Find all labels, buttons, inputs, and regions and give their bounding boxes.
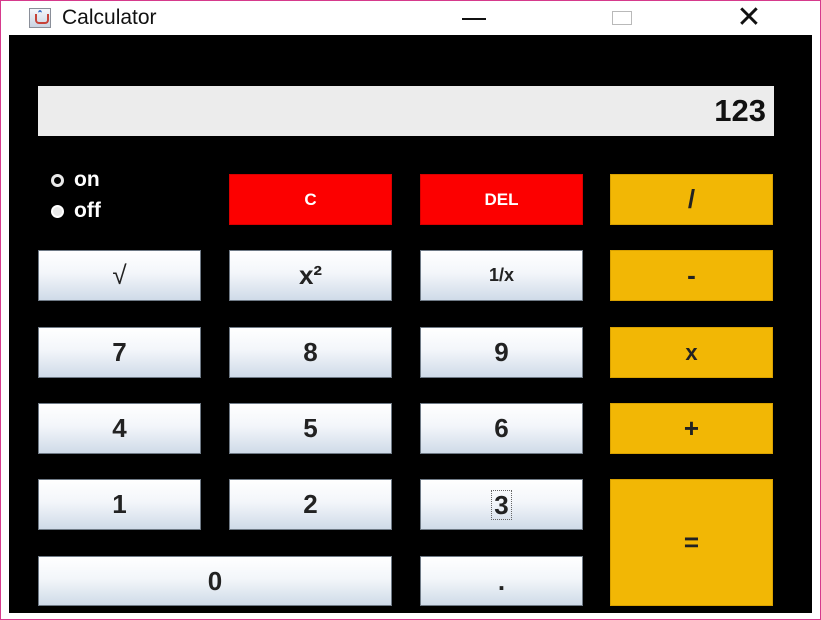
minimize-icon (462, 18, 486, 20)
square-button[interactable]: x² (229, 250, 392, 301)
digit-2-button[interactable]: 2 (229, 479, 392, 530)
digit-3-label: 3 (491, 489, 512, 520)
close-button[interactable]: ✕ (719, 1, 779, 35)
calculator-body: 123 on off C DEL / √ x² 1/x - 7 8 9 x 4 … (9, 35, 812, 613)
digit-5-button[interactable]: 5 (229, 403, 392, 454)
subtract-button[interactable]: - (610, 250, 773, 301)
equals-button[interactable]: = (610, 479, 773, 606)
close-icon: ✕ (736, 1, 762, 34)
maximize-button[interactable] (592, 1, 652, 35)
clear-button[interactable]: C (229, 174, 392, 225)
digit-4-button[interactable]: 4 (38, 403, 201, 454)
radio-on-label: on (74, 168, 100, 191)
radio-selected-icon (51, 204, 64, 218)
digit-8-button[interactable]: 8 (229, 327, 392, 378)
delete-button[interactable]: DEL (420, 174, 583, 225)
decimal-button[interactable]: . (420, 556, 583, 606)
display-field[interactable]: 123 (38, 86, 774, 136)
minimize-button[interactable] (444, 1, 504, 35)
radio-off[interactable]: off (51, 199, 101, 223)
digit-3-button[interactable]: 3 (420, 479, 583, 530)
reciprocal-button[interactable]: 1/x (420, 250, 583, 301)
digit-0-button[interactable]: 0 (38, 556, 392, 606)
java-app-icon (29, 8, 51, 28)
maximize-icon (612, 11, 632, 25)
window-title: Calculator (62, 6, 157, 29)
digit-1-button[interactable]: 1 (38, 479, 201, 530)
radio-off-label: off (74, 199, 101, 222)
multiply-button[interactable]: x (610, 327, 773, 378)
sqrt-button[interactable]: √ (38, 250, 201, 301)
title-bar: Calculator ✕ (1, 1, 820, 35)
add-button[interactable]: + (610, 403, 773, 454)
radio-unselected-icon (51, 173, 64, 187)
digit-9-button[interactable]: 9 (420, 327, 583, 378)
digit-7-button[interactable]: 7 (38, 327, 201, 378)
radio-on[interactable]: on (51, 168, 100, 192)
calculator-window: Calculator ✕ 123 on off C DEL / √ x² 1/x… (0, 0, 821, 620)
digit-6-button[interactable]: 6 (420, 403, 583, 454)
divide-button[interactable]: / (610, 174, 773, 225)
